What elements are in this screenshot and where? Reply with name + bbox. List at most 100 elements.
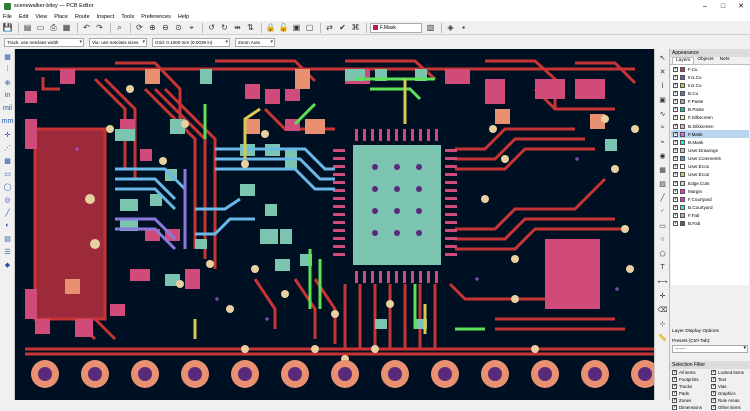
- via-sketch-icon[interactable]: ◎: [2, 194, 13, 205]
- ungroup-icon[interactable]: ▢: [304, 22, 315, 33]
- layer-visibility-checkbox[interactable]: [673, 90, 678, 96]
- filter-checkbox[interactable]: [672, 390, 677, 396]
- filter-checkbox[interactable]: [672, 383, 677, 389]
- layer-row-b-mask[interactable]: B.Mask: [671, 138, 749, 146]
- layer-row-b-fab[interactable]: B.Fab: [671, 220, 749, 228]
- netlist-icon[interactable]: ⇄: [324, 22, 335, 33]
- filter-checkbox[interactable]: [672, 397, 677, 403]
- layer-row-user-eco1[interactable]: User.Eco1: [671, 163, 749, 171]
- close-icon[interactable]: ✕: [732, 0, 750, 12]
- manage-layers-icon[interactable]: ☰: [2, 246, 13, 257]
- menu-route[interactable]: Route: [75, 14, 90, 20]
- layer-color-swatch[interactable]: [680, 213, 685, 219]
- layer-pair-icon[interactable]: ▧: [425, 22, 436, 33]
- zone-fill-icon[interactable]: ▩: [2, 155, 13, 166]
- layer-visibility-checkbox[interactable]: [673, 204, 678, 210]
- add-via-icon[interactable]: ◉: [657, 150, 668, 161]
- filter-checkbox[interactable]: [672, 369, 677, 375]
- layer-color-swatch[interactable]: [680, 204, 685, 210]
- layer-color-swatch[interactable]: [680, 82, 685, 88]
- layer-row-b-paste[interactable]: B.Paste: [671, 106, 749, 114]
- filter-tracks[interactable]: Tracks: [672, 383, 711, 390]
- presets-select[interactable]: -------: [672, 345, 748, 353]
- route-diff-pair-icon[interactable]: ≈: [657, 122, 668, 133]
- layer-visibility-checkbox[interactable]: [673, 212, 678, 219]
- print-icon[interactable]: ⎙: [48, 22, 59, 33]
- zoom-selection-icon[interactable]: ⌖: [186, 22, 197, 33]
- page-settings-icon[interactable]: ▭: [35, 22, 46, 33]
- layer-row-b-courtyard[interactable]: B.Courtyard: [671, 203, 749, 211]
- layer-visibility-checkbox[interactable]: [673, 220, 678, 227]
- units-mil-icon[interactable]: mil: [2, 103, 13, 114]
- filter-checkbox[interactable]: [672, 404, 677, 410]
- set-origin-icon[interactable]: ⊹: [657, 318, 668, 329]
- scripting-console-icon[interactable]: ▪: [458, 22, 469, 33]
- layer-visibility-checkbox[interactable]: [673, 147, 678, 153]
- layer-visibility-checkbox[interactable]: [673, 188, 678, 194]
- filter-rule-areas[interactable]: Rule Areas: [711, 397, 750, 404]
- layer-row-user-drawings[interactable]: User.Drawings: [671, 146, 749, 154]
- layer-visibility-checkbox[interactable]: [673, 180, 678, 186]
- layer-visibility-checkbox[interactable]: [673, 82, 678, 88]
- layer-row-in1-cu[interactable]: In1.Cu: [671, 73, 749, 81]
- grid-toggle-icon[interactable]: ⁞: [2, 64, 13, 75]
- maximize-icon[interactable]: □: [714, 0, 732, 12]
- unlock-icon[interactable]: 🔓: [278, 22, 289, 33]
- via-size-select[interactable]: Via: use netclass sizes: [89, 37, 147, 47]
- appearance-icon[interactable]: ◆: [2, 259, 13, 270]
- layer-color-swatch[interactable]: [680, 66, 685, 72]
- layer-visibility-checkbox[interactable]: [673, 114, 678, 121]
- add-footprint-icon[interactable]: ▣: [657, 94, 668, 105]
- layer-visibility-checkbox[interactable]: [673, 74, 678, 80]
- select-tool-icon[interactable]: ↖: [657, 52, 668, 63]
- footprint-editor-icon[interactable]: ⌘: [350, 22, 361, 33]
- menu-file[interactable]: File: [3, 14, 12, 20]
- zoom-out-icon[interactable]: ⊖: [160, 22, 171, 33]
- menu-inspect[interactable]: Inspect: [97, 14, 115, 20]
- filter-checkbox[interactable]: [711, 376, 716, 382]
- layer-color-swatch[interactable]: [680, 180, 685, 186]
- lock-icon[interactable]: 🔒: [265, 22, 276, 33]
- layer-color-swatch[interactable]: [680, 221, 685, 227]
- menu-view[interactable]: View: [35, 14, 47, 20]
- filter-checkbox[interactable]: [711, 390, 716, 396]
- filter-all-items[interactable]: All items: [672, 369, 711, 376]
- layer-color-swatch[interactable]: [680, 196, 685, 202]
- units-inch-icon[interactable]: in: [2, 90, 13, 101]
- tab-objects[interactable]: Objects: [694, 57, 716, 64]
- highlight-net-icon[interactable]: ✕: [657, 66, 668, 77]
- net-colors-icon[interactable]: ▤: [2, 233, 13, 244]
- group-icon[interactable]: ▣: [291, 22, 302, 33]
- board-setup-icon[interactable]: ▤: [22, 22, 33, 33]
- layer-color-swatch[interactable]: [680, 90, 685, 96]
- layer-visibility-checkbox[interactable]: [673, 66, 678, 72]
- layer-row-f-fab[interactable]: F.Fab: [671, 212, 749, 220]
- route-track-icon[interactable]: ∿: [657, 108, 668, 119]
- layer-color-swatch[interactable]: [680, 156, 685, 162]
- filter-locked-items[interactable]: Locked items: [711, 369, 750, 376]
- layer-visibility-checkbox[interactable]: [673, 131, 678, 137]
- layer-visibility-checkbox[interactable]: [673, 106, 678, 113]
- layer-row-user-comments[interactable]: User.Comments: [671, 155, 749, 163]
- layer-row-in2-cu[interactable]: In2.Cu: [671, 81, 749, 89]
- filter-checkbox[interactable]: [711, 397, 716, 403]
- add-rule-area-icon[interactable]: ▨: [657, 178, 668, 189]
- menu-edit[interactable]: Edit: [19, 14, 28, 20]
- undo-icon[interactable]: ↶: [81, 22, 92, 33]
- layer-row-f-silkscreen[interactable]: F.Silkscreen: [671, 114, 749, 122]
- zoom-select[interactable]: Zoom Auto: [235, 37, 275, 47]
- filter-dimensions[interactable]: Dimensions: [672, 404, 711, 411]
- filter-checkbox[interactable]: [672, 376, 677, 382]
- filter-vias[interactable]: Vias: [711, 383, 750, 390]
- layer-visibility-checkbox[interactable]: [673, 123, 678, 129]
- add-text-icon[interactable]: T: [657, 262, 668, 273]
- filter-checkbox[interactable]: [711, 404, 716, 410]
- layer-color-swatch[interactable]: [680, 147, 685, 153]
- layer-color-swatch[interactable]: [680, 115, 685, 121]
- layer-visibility-checkbox[interactable]: [673, 139, 678, 145]
- layer-row-f-mask[interactable]: F.Mask: [671, 130, 749, 139]
- zoom-fit-icon[interactable]: ⊙: [173, 22, 184, 33]
- add-zone-icon[interactable]: ▦: [657, 164, 668, 175]
- plot-icon[interactable]: ▦: [61, 22, 72, 33]
- layer-row-margin[interactable]: Margin: [671, 187, 749, 195]
